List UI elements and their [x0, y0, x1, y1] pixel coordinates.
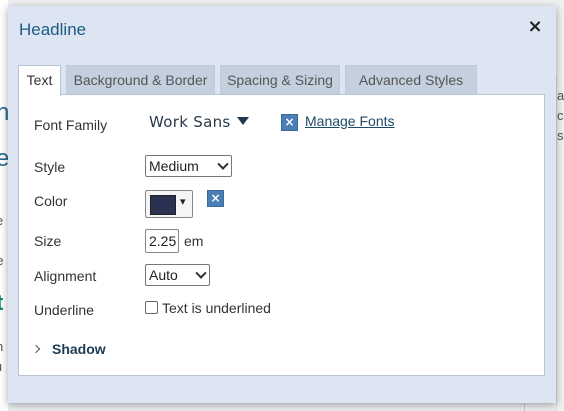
style-select[interactable]: Medium: [145, 155, 232, 177]
bg-fragment: n: [0, 338, 3, 356]
font-family-select[interactable]: Work Sans: [149, 113, 249, 131]
color-swatch: [150, 195, 176, 215]
text-settings-panel: Font Family Work Sans × Manage Fonts Sty…: [18, 94, 545, 376]
color-picker[interactable]: ▾: [145, 190, 193, 218]
shadow-label: Shadow: [52, 341, 106, 357]
bg-fragment: lu: [0, 358, 2, 376]
tab-spacing-sizing[interactable]: Spacing & Sizing: [220, 65, 340, 94]
alignment-value: Auto: [149, 267, 178, 283]
style-value: Medium: [149, 158, 199, 174]
style-label: Style: [34, 159, 66, 175]
alignment-select[interactable]: Auto: [145, 264, 210, 286]
font-family-value: Work Sans: [149, 113, 231, 131]
tab-text[interactable]: Text: [18, 65, 61, 96]
underline-label: Underline: [34, 302, 94, 318]
underline-checkbox[interactable]: [145, 301, 158, 314]
close-icon[interactable]: ×: [525, 17, 545, 37]
manage-fonts-link[interactable]: Manage Fonts: [305, 113, 395, 129]
underline-checkbox-label[interactable]: Text is underlined: [162, 300, 271, 316]
caret-down-icon: [236, 117, 249, 125]
dialog-title: Headline: [19, 20, 87, 39]
bg-fragment: a: [557, 88, 564, 103]
font-family-label: Font Family: [34, 117, 108, 133]
chevron-down-icon: [195, 267, 207, 279]
style-dialog: Headline × Text Background & Border Spac…: [8, 6, 556, 403]
background-page-right: [556, 75, 564, 411]
chevron-down-icon: [217, 158, 229, 170]
clear-font-icon[interactable]: ×: [281, 114, 298, 131]
color-label: Color: [34, 193, 68, 209]
bg-fragment: sh: [557, 128, 564, 143]
bg-fragment: e: [0, 212, 3, 230]
size-label: Size: [34, 233, 62, 249]
bg-fragment: t: [0, 292, 3, 314]
bg-fragment: co: [557, 108, 564, 123]
size-unit: em: [184, 233, 204, 249]
alignment-label: Alignment: [34, 268, 97, 284]
size-input[interactable]: 2.25: [145, 229, 179, 253]
clear-color-icon[interactable]: ×: [207, 190, 224, 207]
tab-advanced-styles[interactable]: Advanced Styles: [345, 65, 477, 94]
chevron-right-icon: [31, 344, 41, 354]
dropdown-arrow-icon: ▾: [180, 195, 186, 208]
bg-fragment: re: [0, 252, 4, 270]
tab-background-border[interactable]: Background & Border: [66, 65, 215, 94]
